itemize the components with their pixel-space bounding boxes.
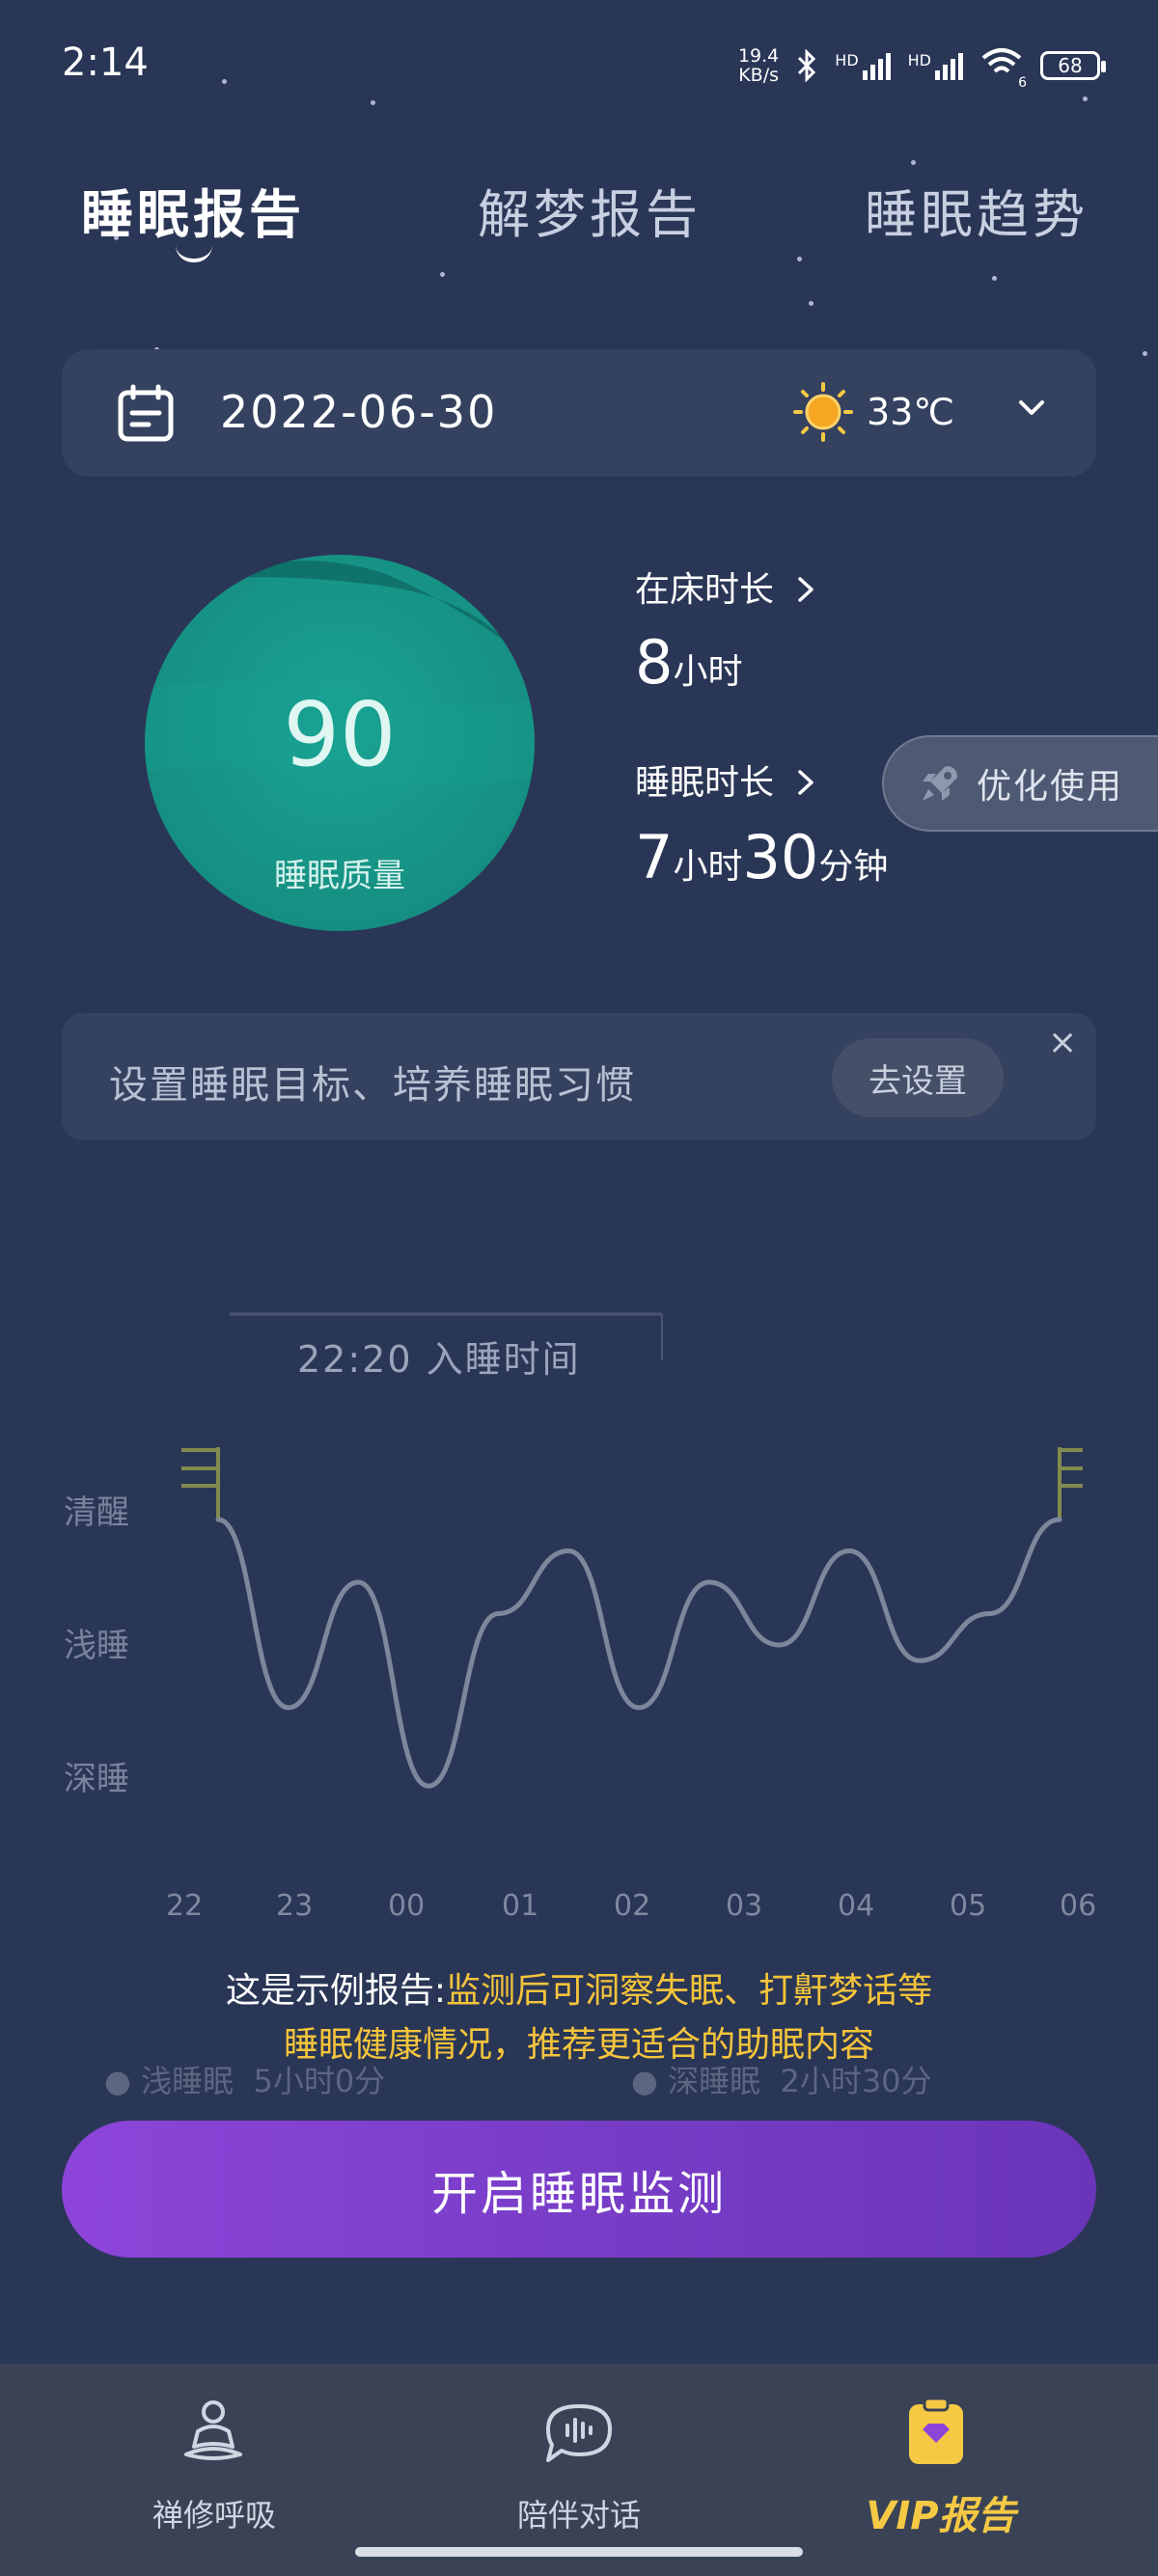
sleep-hours-unit: 小时 [673,847,743,887]
net-speed-value: 19.4 [737,45,780,67]
legend-deep-label: 深睡眠 [668,2063,761,2099]
chart-edge-left [181,1447,220,1520]
hd-badge-1: HD [835,51,859,69]
hd-badge-2: HD [907,51,931,69]
chevron-right-icon [798,770,814,795]
optimize-usage-label: 优化使用 [977,767,1124,807]
bottom-nav [0,2364,1158,2576]
goal-set-button[interactable]: 去设置 [832,1038,1004,1117]
sleep-hours: 7 [635,822,674,892]
y-label-awake: 清醒 [64,1494,129,1532]
x-tick: 00 [388,1889,426,1923]
tab-sleep-report[interactable]: 睡眠报告 [81,172,305,248]
bed-duration-label-text: 在床时长 [635,570,775,610]
bed-hours-unit: 小时 [673,652,743,692]
x-tick: 04 [838,1889,875,1923]
x-tick: 01 [502,1889,539,1923]
sleep-minutes: 30 [742,822,819,892]
chart-edge-right [1058,1447,1083,1520]
bluetooth-icon [798,49,816,82]
rocket-icon [923,766,957,801]
chat-wave-icon[interactable] [540,2400,618,2468]
y-label-light: 浅睡 [64,1627,129,1665]
legend-deep-value: 2小时30分 [780,2063,932,2099]
sleep-duration-value: 7小时30分钟 [635,822,888,892]
cell-signal-1: HD [835,51,891,80]
cell-signal-2: HD [908,51,963,80]
tab-dream-report[interactable]: 解梦报告 [478,172,702,248]
legend-light-value: 5小时0分 [253,2063,386,2099]
x-tick: 05 [950,1889,987,1923]
sleep-duration-label-text: 睡眠时长 [635,763,775,803]
notice-line2: 睡眠健康情况，推荐更适合的助眠内容 [283,2025,874,2065]
nav-meditation-label[interactable]: 禅修呼吸 [69,2491,359,2535]
sample-report-notice: 这是示例报告:监测后可洞察失眠、打鼾梦话等 [0,1962,1158,2013]
legend-light-label: 浅睡眠 [141,2063,234,2099]
calendar-icon [118,384,174,442]
close-icon[interactable]: × [1048,1023,1077,1062]
bed-duration-value: 8小时 [635,627,742,698]
sleep-start-time: 22:20 入睡时间 [297,1338,581,1381]
nav-chat-label[interactable]: 陪伴对话 [434,2491,724,2535]
sun-icon [793,382,853,442]
y-label-deep: 深睡 [64,1760,129,1798]
temperature: 33℃ [867,391,955,433]
status-time: 2:14 [62,41,149,85]
vip-report-icon[interactable] [905,2397,967,2468]
battery-level: 68 [1058,54,1083,77]
status-icons: 19.4 KB/s HD HD 6 68 [738,46,1106,91]
x-tick: 06 [1060,1889,1097,1923]
meditation-icon[interactable] [179,2398,248,2468]
x-tick: 02 [614,1889,651,1923]
tab-sleep-trend[interactable]: 睡眠趋势 [865,172,1089,248]
x-tick: 22 [166,1889,204,1923]
bed-duration-label[interactable]: 在床时长 [635,562,817,612]
sleep-minutes-unit: 分钟 [818,847,889,887]
sleep-goal-text: 设置睡眠目标、培养睡眠习惯 [109,1063,636,1108]
battery-icon: 68 [1040,51,1106,80]
wifi-icon: 6 [980,46,1027,91]
notice-prefix: 这是示例报告: [225,1971,447,2011]
chevron-right-icon [798,577,814,602]
sleep-quality-score: 90 [283,683,397,786]
bed-hours: 8 [635,627,674,698]
net-speed-unit: KB/s [738,65,780,86]
home-indicator[interactable] [355,2547,803,2557]
tab-active-indicator [176,245,212,262]
sleep-quality-label: 睡眠质量 [274,857,405,895]
status-bar: 2:14 19.4 KB/s HD HD 6 68 [0,0,1158,116]
chevron-down-icon[interactable] [1017,394,1046,423]
net-speed: 19.4 KB/s [738,46,779,85]
nav-vip-label[interactable]: VIP报告 [796,2484,1086,2540]
date-text: 2022-06-30 [220,386,498,438]
x-tick: 03 [726,1889,763,1923]
sleep-duration-label[interactable]: 睡眠时长 [635,754,817,805]
sleep-stage-line [215,1517,1062,1789]
x-tick: 23 [276,1889,314,1923]
optimize-usage-button[interactable]: 优化使用 [882,735,1158,832]
wifi-sub: 6 [1018,75,1027,91]
start-sleep-monitor-button[interactable]: 开启睡眠监测 [62,2121,1096,2258]
notice-line1: 监测后可洞察失眠、打鼾梦话等 [446,1971,933,2011]
